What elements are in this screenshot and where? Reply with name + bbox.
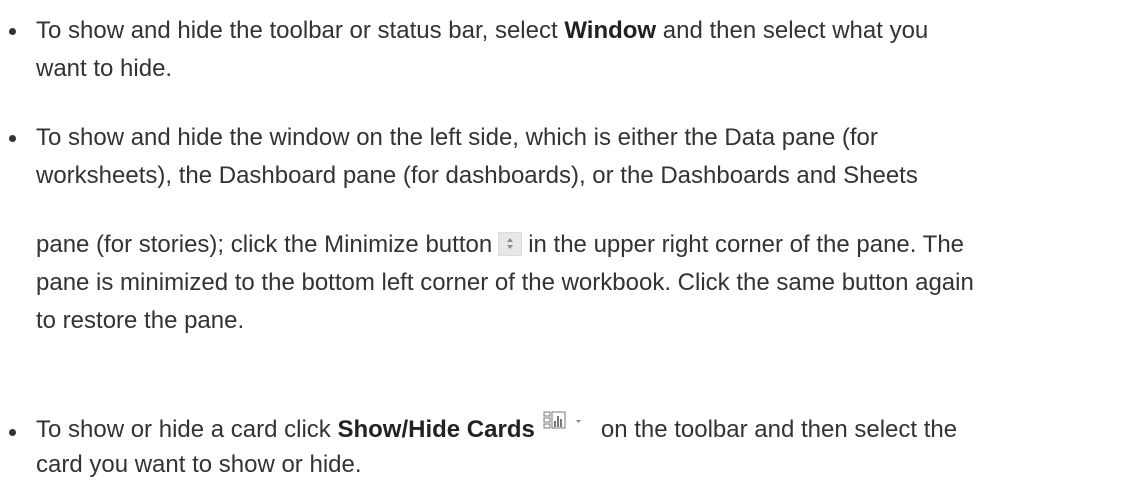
text-segment: and then select what you xyxy=(656,17,929,44)
text-segment: To show and hide the window on the left … xyxy=(36,124,878,151)
arrow-up-icon xyxy=(507,238,514,242)
bullet-icon xyxy=(9,429,16,436)
text-segment: pane (for stories); click the Minimize b… xyxy=(36,231,493,258)
text-line: pane (for stories); click the Minimize b… xyxy=(36,229,964,261)
bullet-icon xyxy=(9,135,16,142)
text-segment: To show or hide a card click xyxy=(36,416,338,443)
show-hide-cards-icon[interactable] xyxy=(543,411,595,435)
text-segment: on the toolbar and then select the xyxy=(600,416,958,443)
text-line: To show and hide the window on the left … xyxy=(36,122,878,154)
bullet-icon xyxy=(9,28,16,35)
menu-reference-window: Window xyxy=(564,17,657,44)
cards-icon-graphic xyxy=(543,411,581,429)
text-line: card you want to show or hide. xyxy=(36,449,362,481)
text-segment: To show and hide the toolbar or status b… xyxy=(36,17,565,44)
arrow-down-icon xyxy=(507,245,514,249)
text-line: to restore the pane. xyxy=(36,305,244,337)
bullet-list: To show and hide the toolbar or status b… xyxy=(0,0,1139,501)
text-line: To show and hide the toolbar or status b… xyxy=(36,15,928,47)
minimize-icon[interactable] xyxy=(498,232,523,256)
text-segment: worksheets), the Dashboard pane (for das… xyxy=(36,162,918,189)
text-segment: card you want to show or hide. xyxy=(36,451,362,478)
text-segment: pane is minimized to the bottom left cor… xyxy=(36,269,974,296)
text-line: worksheets), the Dashboard pane (for das… xyxy=(36,160,918,192)
text-segment: want to hide. xyxy=(36,55,173,82)
text-line: want to hide. xyxy=(36,53,172,85)
show-hide-cards-reference: Show/Hide Cards xyxy=(337,416,535,443)
text-segment: in the upper right corner of the pane. T… xyxy=(528,231,965,258)
text-line: pane is minimized to the bottom left cor… xyxy=(36,267,974,299)
text-line: To show or hide a card click Show/Hide C… xyxy=(36,411,957,443)
text-segment: to restore the pane. xyxy=(36,307,245,334)
